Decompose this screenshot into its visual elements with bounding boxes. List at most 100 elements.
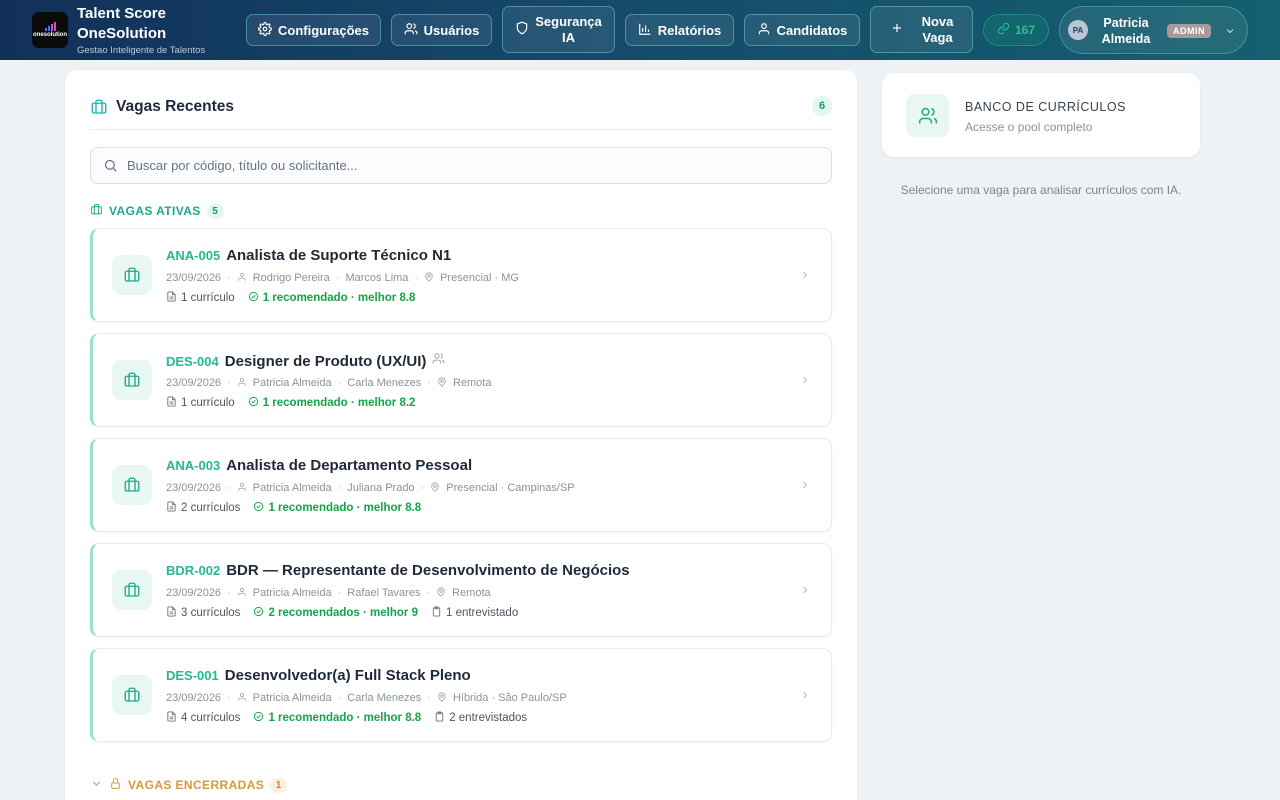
brand-title: Talent Score OneSolution [77,5,167,42]
job-title: Designer de Produto (UX/UI) [224,352,427,370]
map-pin-icon [437,692,447,704]
logo-text: onesolution [33,32,67,38]
resume-bank-card[interactable]: BANCO DE CURRÍCULOS Acesse o pool comple… [882,73,1200,157]
lock-icon [109,777,122,793]
job-card[interactable]: DES-004 Designer de Produto (UX/UI) 23/0… [90,333,832,427]
job-location: Remota [452,377,492,389]
chevron-down-icon [90,777,103,793]
job-title: Analista de Suporte Técnico N1 [226,247,452,264]
panel-title: Vagas Recentes [116,98,235,115]
job-location: Presencial · MG [440,272,519,284]
briefcase-icon [112,360,152,400]
job-card[interactable]: ANA-005 Analista de Suporte Técnico N1 2… [90,228,832,322]
job-cv-count: 1 currículo [181,397,235,409]
job-recommended: 1 recomendado · melhor 8.8 [268,502,422,514]
job-card[interactable]: BDR-002 BDR — Representante de Desenvolv… [90,543,832,637]
job-recommended: 2 recomendados · melhor 9 [268,607,418,619]
sparkle-link-icon [997,22,1010,38]
file-icon [166,501,177,515]
nav-relatorios-button[interactable]: Relatórios [625,14,734,46]
nav-configuracoes-button[interactable]: Configurações [246,14,381,46]
job-requester: Patricia Almeida [252,692,332,704]
job-interviews: 1 entrevistado [445,607,519,619]
job-code: ANA-005 [166,248,221,263]
users-icon [906,94,949,137]
active-jobs-count: 5 [206,203,224,219]
jobs-count-badge: 6 [812,96,832,116]
user-icon [757,22,771,39]
job-recruiter: Marcos Lima [345,272,409,284]
job-card[interactable]: ANA-003 Analista de Departamento Pessoal… [90,438,832,532]
search-icon [103,158,118,173]
job-interviews: 2 entrevistados [449,712,528,724]
job-meta: 23/09/2026 · Patricia Almeida · Juliana Pr… [166,482,575,494]
brand-logo[interactable]: onesolution [32,12,68,48]
user-menu[interactable]: PA Patricia Almeida ADMIN [1059,6,1248,54]
job-requester: Patricia Almeida [252,377,332,389]
job-location: Presencial · Campinas/SP [446,482,575,494]
brand-subtitle: Gestao Inteligente de Talentos [77,45,206,56]
clipboard-icon [431,606,442,620]
users-icon [404,22,418,39]
job-location: Híbrida · São Paulo/SP [452,692,567,704]
briefcase-icon [112,570,152,610]
map-pin-icon [436,587,446,599]
job-recommended: 1 recomendado · melhor 8.8 [268,712,422,724]
avatar: PA [1068,20,1088,40]
job-search[interactable] [90,147,832,184]
job-code: BDR-002 [166,563,221,578]
user-name: Patricia Almeida [1101,16,1151,46]
job-cv-count: 4 currículos [181,712,241,724]
job-stats: 2 currículos 1 recomendado · melhor 8.8 [166,501,421,515]
nav-seguranca-ia-button[interactable]: Segurança IA [502,6,615,53]
logo-bars-icon [44,22,56,31]
job-code: DES-001 [166,668,219,683]
job-stats: 1 currículo 1 recomendado · melhor 8.8 [166,291,415,305]
job-code: DES-004 [166,353,219,369]
nav-candidatos-button[interactable]: Candidatos [744,14,860,46]
job-requester: Patricia Almeida [252,587,332,599]
job-card[interactable]: DES-001 Desenvolvedor(a) Full Stack Plen… [90,648,832,742]
ai-credits-badge[interactable]: 167 [983,14,1049,46]
check-circle-icon [253,501,264,515]
closed-jobs-count: 1 [270,777,288,793]
job-date: 23/09/2026 [166,272,222,284]
job-date: 23/09/2026 [166,377,222,389]
nav-usuarios-button[interactable]: Usuários [391,14,492,46]
check-circle-icon [248,291,259,305]
role-badge: ADMIN [1167,24,1211,38]
nav-configuracoes-label: Configurações [277,22,369,38]
nav-relatorios-label: Relatórios [657,22,722,38]
briefcase-icon [112,675,152,715]
job-cv-count: 1 currículo [181,292,235,304]
job-code: ANA-003 [166,458,221,473]
nova-vaga-button[interactable]: Nova Vaga [870,6,973,53]
job-date: 23/09/2026 [166,692,222,704]
closed-jobs-toggle[interactable]: VAGAS ENCERRADAS 1 [90,777,288,793]
gear-icon [258,21,272,39]
recent-jobs-panel: Vagas Recentes 6 VAGAS ATIVAS 5 ANA-005 … [65,70,857,800]
job-stats: 3 currículos 2 recomendados · melhor 9 1… [166,606,518,620]
job-cv-count: 2 currículos [181,502,241,514]
job-recruiter: Rafael Tavares [347,587,421,599]
job-title: Desenvolvedor(a) Full Stack Pleno [224,667,471,684]
chevron-right-icon [799,688,811,700]
job-location: Remota [452,587,491,599]
job-title: BDR — Representante de Desenvolvimento d… [226,562,630,579]
briefcase-icon [90,203,103,219]
credits-count: 167 [1014,23,1036,37]
chevron-right-icon [799,268,811,280]
job-title: Analista de Departamento Pessoal [226,457,473,474]
briefcase-icon [90,98,108,116]
file-icon [166,711,177,725]
resume-bank-title: BANCO DE CURRÍCULOS [965,100,1126,114]
job-stats: 1 currículo 1 recomendado · melhor 8.2 [166,396,415,410]
job-date: 23/09/2026 [166,482,222,494]
map-pin-icon [424,272,434,284]
nav-usuarios-label: Usuários [423,22,480,38]
job-requester: Rodrigo Pereira [252,272,330,284]
active-jobs-section-label: VAGAS ATIVAS 5 [90,203,224,219]
search-input[interactable] [127,158,807,173]
map-pin-icon [437,377,447,389]
file-icon [166,396,177,410]
